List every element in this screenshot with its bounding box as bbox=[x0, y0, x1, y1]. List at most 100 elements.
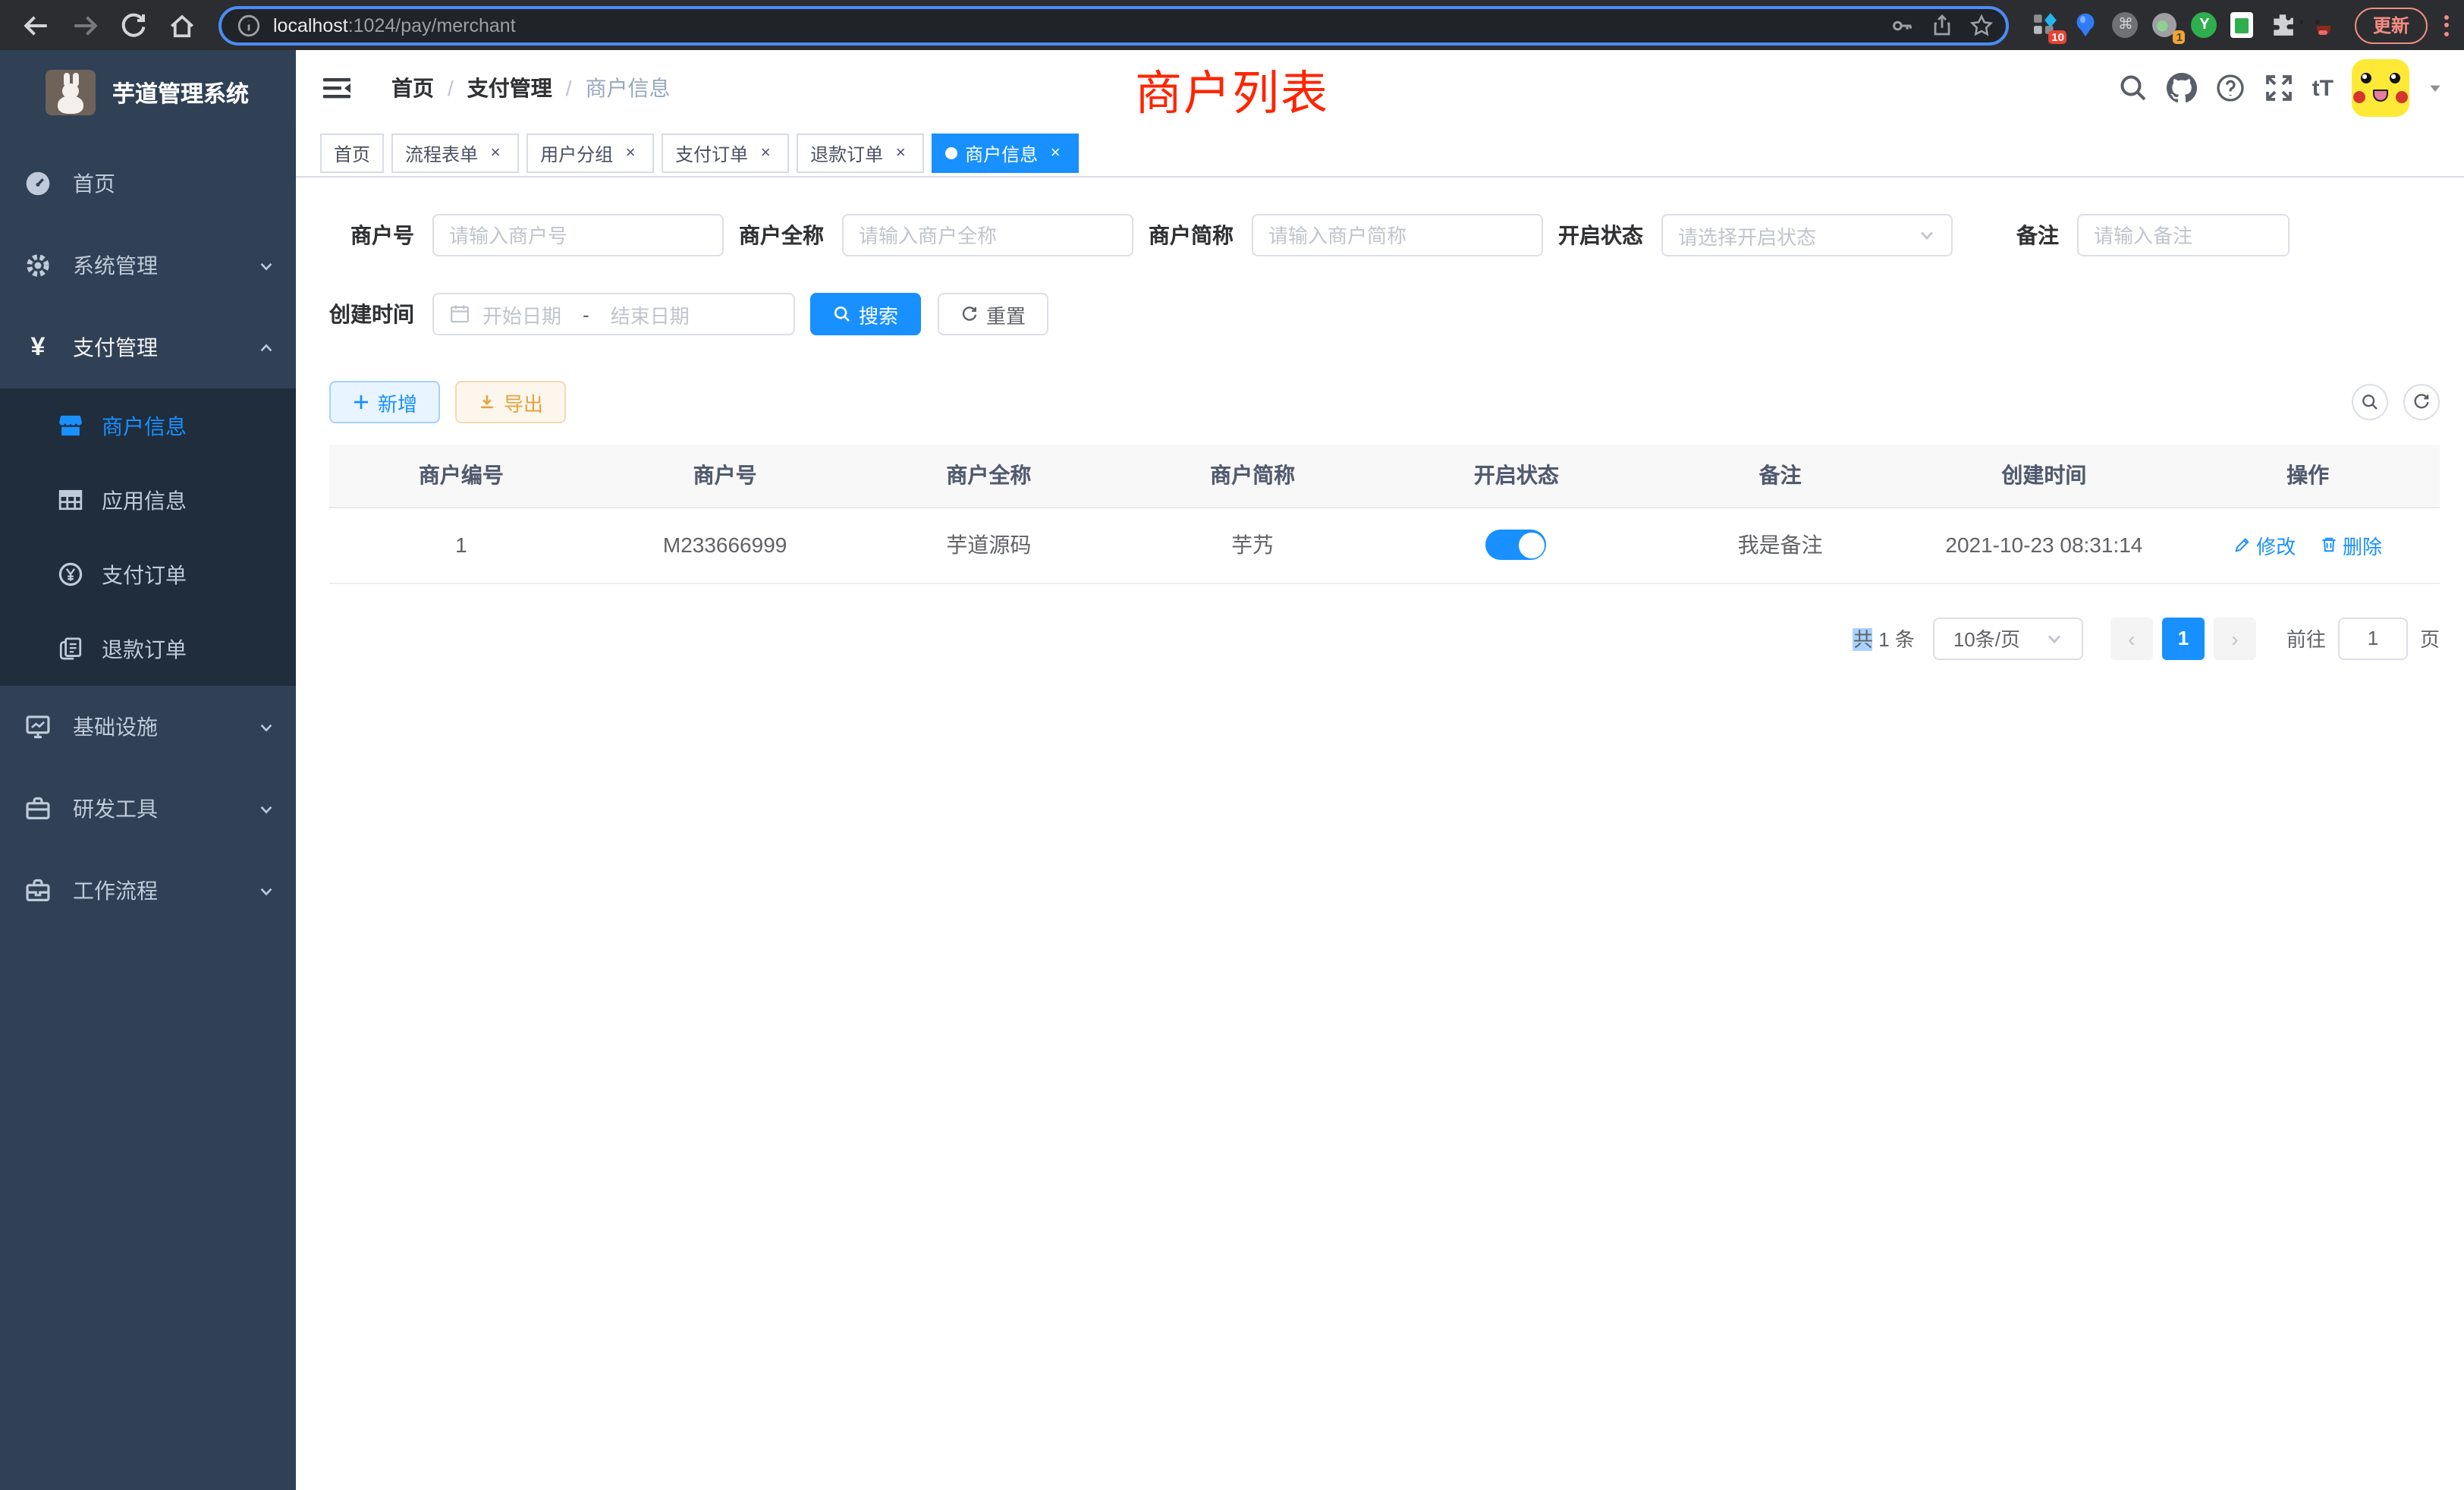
sidebar-item-workflow[interactable]: 工作流程 bbox=[0, 850, 296, 932]
tab-user-group[interactable]: 用户分组× bbox=[526, 134, 654, 173]
full-name-input[interactable] bbox=[859, 224, 1117, 247]
browser-update-button[interactable]: 更新 bbox=[2355, 7, 2428, 43]
url-text[interactable]: localhost:1024/pay/merchant bbox=[273, 14, 1875, 36]
url-bar[interactable]: localhost:1024/pay/merchant bbox=[218, 5, 2009, 45]
tab-pay-order[interactable]: 支付订单× bbox=[662, 134, 789, 173]
extension-notes-icon[interactable] bbox=[2231, 12, 2257, 38]
tab-refund-order[interactable]: 退款订单× bbox=[797, 134, 924, 173]
toggle-search-button[interactable] bbox=[2352, 384, 2388, 420]
filter-row-2: 创建时间 开始日期 - 结束日期 bbox=[329, 293, 2440, 335]
edit-link[interactable]: 修改 bbox=[2233, 530, 2296, 559]
search-icon bbox=[2361, 393, 2379, 411]
search-button[interactable]: 搜索 bbox=[810, 293, 921, 335]
extensions-puzzle-icon[interactable] bbox=[2271, 12, 2296, 38]
pencil-icon bbox=[2233, 536, 2252, 554]
filter-row-1: 商户号 商户全称 商户简称 开启状态 请选择开启状态 bbox=[329, 214, 2440, 256]
app-logo[interactable]: 芋道管理系统 bbox=[0, 50, 296, 134]
bookmark-star-icon[interactable] bbox=[1969, 13, 1994, 37]
close-icon[interactable]: × bbox=[486, 143, 505, 163]
sidebar-item-payment[interactable]: ¥ 支付管理 bbox=[0, 306, 296, 388]
extension-command-icon[interactable]: ⌘ bbox=[2113, 12, 2139, 38]
sidebar-item-home[interactable]: 首页 bbox=[0, 143, 296, 225]
reload-icon[interactable] bbox=[118, 10, 149, 40]
add-button-label: 新增 bbox=[378, 388, 417, 417]
sidebar-item-dev-tools[interactable]: 研发工具 bbox=[0, 768, 296, 850]
active-dot bbox=[945, 147, 957, 159]
col-status: 开启状态 bbox=[1384, 445, 1648, 507]
extension-y-icon[interactable]: Y bbox=[2192, 12, 2217, 38]
extension-status-icon[interactable]: 1 bbox=[2152, 12, 2178, 38]
delete-link[interactable]: 删除 bbox=[2320, 530, 2382, 559]
browser-toolbar: localhost:1024/pay/merchant 10 ⌘ 1 bbox=[0, 0, 2464, 50]
sidebar-item-label: 支付订单 bbox=[102, 559, 187, 589]
close-icon[interactable]: × bbox=[621, 143, 640, 163]
page-1-button[interactable]: 1 bbox=[2162, 617, 2205, 659]
password-key-icon[interactable] bbox=[1890, 13, 1915, 37]
prev-page-button[interactable]: ‹ bbox=[2110, 617, 2153, 659]
fullscreen-icon[interactable] bbox=[2264, 73, 2294, 103]
site-info-icon[interactable] bbox=[237, 13, 261, 37]
sidebar-item-app-info[interactable]: 应用信息 bbox=[0, 463, 296, 537]
reset-button[interactable]: 重置 bbox=[938, 293, 1048, 335]
short-name-input[interactable] bbox=[1268, 224, 1526, 247]
url-path: :1024/pay/merchant bbox=[348, 14, 516, 36]
sidebar-item-infrastructure[interactable]: 基础设施 bbox=[0, 686, 296, 768]
sidebar-item-refund-order[interactable]: 退款订单 bbox=[0, 611, 296, 686]
col-short-name: 商户简称 bbox=[1120, 445, 1384, 507]
close-icon[interactable]: × bbox=[756, 143, 775, 163]
browser-profile-avatar[interactable] bbox=[2310, 12, 2336, 38]
sidebar-menu: 首页 系统管理 ¥ 支付管理 bbox=[0, 134, 296, 932]
search-icon[interactable] bbox=[2118, 73, 2148, 103]
extension-balloon-icon[interactable] bbox=[2073, 12, 2099, 38]
close-icon[interactable]: × bbox=[891, 143, 910, 163]
page-size-select[interactable]: 10条/页 bbox=[1933, 617, 2083, 659]
cell-merchant-id: 1 bbox=[329, 507, 593, 583]
sidebar-item-merchant-info[interactable]: 商户信息 bbox=[0, 388, 296, 463]
tab-merchant-info[interactable]: 商户信息× bbox=[932, 134, 1079, 173]
date-range-picker[interactable]: 开始日期 - 结束日期 bbox=[432, 293, 795, 335]
merchant-no-input[interactable] bbox=[449, 224, 707, 247]
edit-label: 修改 bbox=[2256, 530, 2296, 559]
sidebar-item-system[interactable]: 系统管理 bbox=[0, 225, 296, 306]
date-separator: - bbox=[583, 303, 589, 325]
cell-status bbox=[1384, 507, 1648, 583]
extension-devtools-icon[interactable]: 10 bbox=[2034, 12, 2060, 38]
user-avatar[interactable] bbox=[2352, 59, 2409, 117]
caret-down-icon[interactable] bbox=[2428, 80, 2443, 96]
tab-home[interactable]: 首页 bbox=[320, 134, 384, 173]
status-select[interactable]: 请选择开启状态 bbox=[1661, 214, 1953, 256]
sidebar-item-pay-order[interactable]: 支付订单 bbox=[0, 537, 296, 611]
filter-merchant-no: 商户号 bbox=[329, 214, 724, 256]
add-button[interactable]: 新增 bbox=[329, 381, 440, 423]
tab-process-form[interactable]: 流程表单× bbox=[391, 134, 519, 173]
status-toggle[interactable] bbox=[1486, 530, 1547, 560]
browser-menu-icon[interactable] bbox=[2443, 14, 2449, 36]
remark-input[interactable] bbox=[2094, 224, 2273, 247]
filter-label: 商户简称 bbox=[1149, 220, 1252, 250]
export-button[interactable]: 导出 bbox=[455, 381, 566, 423]
next-page-button[interactable]: › bbox=[2214, 617, 2256, 659]
github-icon[interactable] bbox=[2167, 73, 2197, 103]
pagination-total: 共 1 条 bbox=[1853, 624, 1915, 652]
calendar-icon bbox=[449, 303, 470, 325]
share-icon[interactable] bbox=[1930, 13, 1954, 37]
goto-page-input[interactable] bbox=[2338, 617, 2408, 659]
breadcrumb-payment[interactable]: 支付管理 bbox=[467, 73, 552, 103]
extension-badge-2: 1 bbox=[2173, 30, 2186, 44]
breadcrumb-home[interactable]: 首页 bbox=[391, 73, 434, 103]
grid-icon bbox=[58, 487, 83, 513]
screen: localhost:1024/pay/merchant 10 ⌘ 1 bbox=[0, 0, 2464, 1490]
home-icon[interactable] bbox=[167, 10, 197, 40]
cell-short-name: 芋艿 bbox=[1120, 507, 1384, 583]
close-icon[interactable]: × bbox=[1045, 143, 1065, 163]
refresh-table-button[interactable] bbox=[2403, 384, 2440, 420]
sidebar-item-label: 工作流程 bbox=[73, 875, 158, 906]
forward-icon[interactable] bbox=[70, 10, 100, 40]
cell-actions: 修改 删除 bbox=[2176, 507, 2440, 583]
sidebar-toggle-icon[interactable] bbox=[322, 73, 352, 103]
font-size-icon[interactable]: tT bbox=[2312, 75, 2334, 101]
back-icon[interactable] bbox=[21, 10, 52, 40]
page-size-value: 10条/页 bbox=[1953, 624, 2020, 652]
help-icon[interactable] bbox=[2215, 73, 2246, 103]
search-button-label: 搜索 bbox=[859, 300, 898, 328]
